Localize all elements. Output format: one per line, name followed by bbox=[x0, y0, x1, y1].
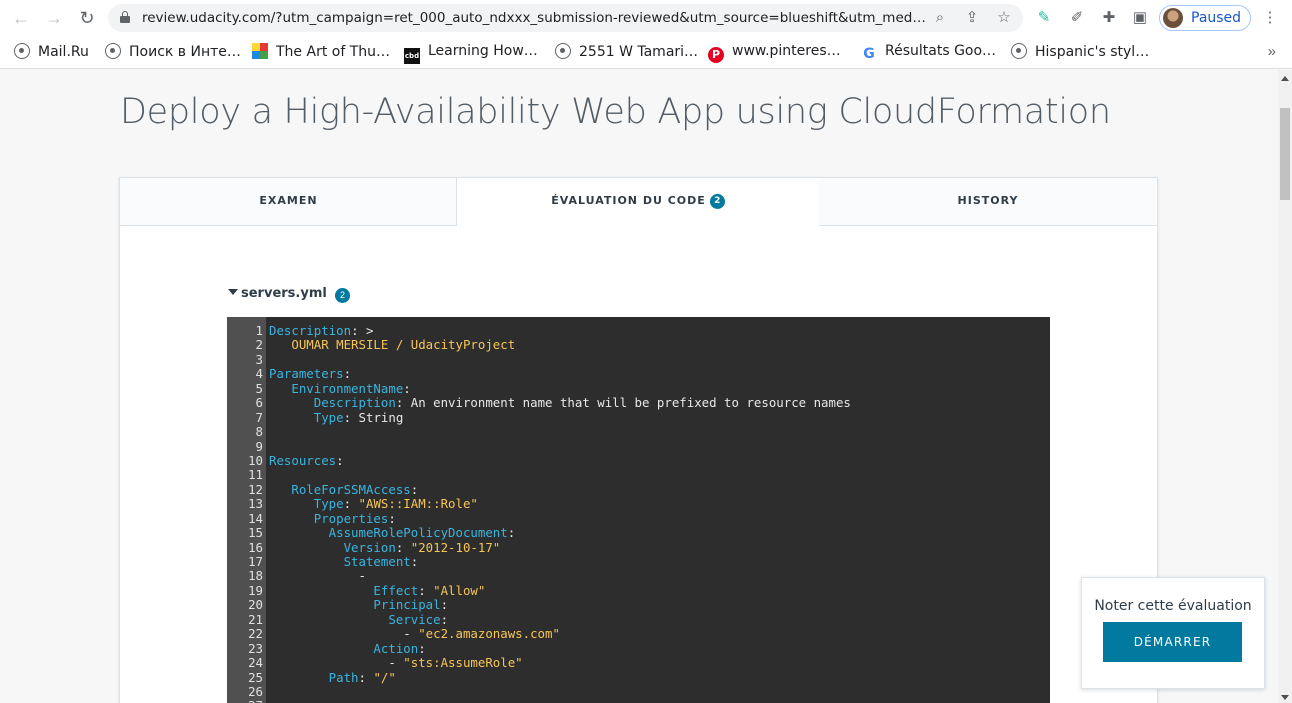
profile-button[interactable]: Paused bbox=[1159, 5, 1251, 31]
google-icon: G bbox=[861, 46, 877, 62]
code-line: 6 Description: An environment name that … bbox=[255, 395, 851, 411]
code-line: 12 RoleForSSMAccess: bbox=[248, 481, 419, 497]
globe-icon bbox=[105, 43, 121, 59]
scroll-thumb[interactable] bbox=[1280, 108, 1290, 200]
code-line: 7 Type: String bbox=[255, 409, 404, 425]
code-line: 13 Type: "AWS::IAM::Role" bbox=[248, 496, 478, 512]
reload-icon[interactable]: ↻ bbox=[76, 7, 98, 29]
url-text[interactable]: review.udacity.com/?utm_campaign=ret_000… bbox=[142, 10, 926, 26]
bookmark-label: Hispanic's styl… bbox=[1035, 44, 1150, 60]
count-badge: 2 bbox=[709, 194, 725, 209]
rating-label: Noter cette évaluation bbox=[1094, 598, 1252, 614]
tab-examen[interactable]: EXAMEN bbox=[120, 178, 457, 226]
address-bar[interactable]: review.udacity.com/?utm_campaign=ret_000… bbox=[108, 4, 1023, 32]
file-toggle[interactable]: servers.yml bbox=[228, 286, 327, 301]
browser-toolbar: ← → ↻ review.udacity.com/?utm_campaign=r… bbox=[0, 0, 1292, 36]
bookmark-hispanic[interactable]: Hispanic's styl… bbox=[1011, 43, 1149, 63]
pinterest-icon: P bbox=[708, 47, 724, 63]
grid-icon bbox=[252, 43, 268, 59]
bookmark-search[interactable]: Поиск в Инте… bbox=[105, 43, 241, 63]
bookmark-label: 2551 W Tamari… bbox=[579, 44, 699, 60]
lock-icon[interactable] bbox=[120, 11, 130, 23]
rating-widget: Noter cette évaluation DÉMARRER bbox=[1081, 577, 1265, 689]
page-scrollbar[interactable] bbox=[1278, 70, 1292, 703]
puzzle-icon[interactable]: ✚ bbox=[1099, 8, 1119, 28]
tab-label: EXAMEN bbox=[259, 194, 318, 207]
globe-icon bbox=[1011, 43, 1027, 59]
bookmark-label: Learning How… bbox=[428, 43, 538, 59]
star-icon[interactable]: ☆ bbox=[994, 8, 1014, 28]
code-line: 22 - "ec2.amazonaws.com" bbox=[248, 626, 560, 642]
tab-label: ÉVALUATION DU CODE bbox=[551, 194, 706, 207]
file-name: servers.yml bbox=[241, 286, 327, 301]
caret-down-icon bbox=[228, 289, 238, 295]
code-line: 8 bbox=[255, 424, 263, 440]
forward-icon[interactable]: → bbox=[43, 7, 65, 29]
code-line: 26 bbox=[248, 683, 263, 699]
tab-evaluation-du-code[interactable]: ÉVALUATION DU CODE 2 bbox=[456, 178, 820, 226]
code-line: 25 Path: "/" bbox=[248, 669, 396, 685]
tab-history[interactable]: HISTORY bbox=[819, 178, 1157, 226]
bookmark-tamari[interactable]: 2551 W Tamari… bbox=[555, 43, 698, 63]
more-bookmarks-icon[interactable]: » bbox=[1268, 43, 1276, 60]
code-line: 4 Parameters: bbox=[255, 366, 352, 382]
code-line: 18 - bbox=[248, 568, 366, 584]
code-line: 20 Principal: bbox=[248, 597, 449, 613]
code-line: 10 Resources: bbox=[248, 452, 344, 468]
code-viewer: 1 Description: > 2 OUMAR MERSILE / Udacit… bbox=[227, 317, 1050, 703]
bookmark-label: www.pinteres… bbox=[732, 43, 841, 59]
tab-label: HISTORY bbox=[957, 194, 1019, 207]
code-line: 9 bbox=[255, 438, 263, 454]
extension-icon[interactable]: ✎ bbox=[1034, 8, 1054, 28]
code-line: 11 bbox=[248, 467, 263, 483]
zoom-icon[interactable]: ⌕ bbox=[930, 8, 950, 28]
menu-icon[interactable]: ⋮ bbox=[1260, 8, 1280, 28]
code-line: 15 AssumeRolePolicyDocument: bbox=[248, 525, 516, 541]
code-line: 3 bbox=[255, 351, 263, 367]
bookmark-pinterest[interactable]: Pwww.pinteres… bbox=[708, 43, 841, 63]
code-line: 2 OUMAR MERSILE / UdacityProject bbox=[255, 337, 516, 353]
code-line: 17 Statement: bbox=[248, 554, 419, 569]
start-rating-button[interactable]: DÉMARRER bbox=[1103, 622, 1242, 662]
file-comment-badge: 2 bbox=[335, 288, 350, 303]
cbd-icon: cbd bbox=[404, 48, 420, 64]
bookmark-label: Поиск в Инте… bbox=[129, 44, 241, 60]
review-card: EXAMEN ÉVALUATION DU CODE 2 HISTORY serve… bbox=[119, 177, 1158, 703]
bookmark-art-of-thu[interactable]: The Art of Thu… bbox=[252, 43, 390, 63]
sidebar-icon[interactable]: ▣ bbox=[1130, 8, 1150, 28]
bookmark-learning-how[interactable]: cbd Learning How… bbox=[404, 43, 538, 64]
page-title: Deploy a High-Availability Web App using… bbox=[120, 92, 1111, 132]
code-line: 27 bbox=[227, 698, 1050, 703]
code-line: 21 Service: bbox=[248, 611, 449, 627]
code-line: 19 Effect: "Allow" bbox=[248, 582, 486, 598]
scroll-up-icon[interactable] bbox=[1281, 76, 1289, 81]
code-line: 1 Description: > bbox=[255, 323, 374, 338]
profile-label: Paused bbox=[1191, 10, 1242, 26]
share-icon[interactable]: ⇪ bbox=[962, 8, 982, 28]
scroll-down-icon[interactable] bbox=[1281, 695, 1289, 700]
code-line: 24 - "sts:AssumeRole" bbox=[248, 655, 523, 671]
globe-icon bbox=[14, 43, 30, 59]
code-line: 16 Version: "2012-10-17" bbox=[248, 539, 501, 555]
bookmark-label: The Art of Thu… bbox=[276, 44, 391, 60]
bookmarks-bar: Mail.Ru Поиск в Инте… The Art of Thu… cb… bbox=[0, 36, 1292, 69]
code-line: 5 EnvironmentName: bbox=[255, 380, 411, 396]
code-line: 14 Properties: bbox=[248, 510, 396, 526]
bookmark-google[interactable]: G Résultats Goo… bbox=[861, 43, 996, 63]
eyedropper-icon[interactable]: ✐ bbox=[1067, 8, 1087, 28]
bookmark-label: Mail.Ru bbox=[38, 44, 89, 60]
back-icon[interactable]: ← bbox=[10, 7, 32, 29]
bookmark-mailru[interactable]: Mail.Ru bbox=[14, 43, 89, 63]
code-lines: 1 Description: > 2 OUMAR MERSILE / Udacit… bbox=[227, 323, 1050, 703]
code-line: 23 Action: bbox=[248, 640, 426, 656]
avatar bbox=[1163, 8, 1183, 28]
bookmark-label: Résultats Goo… bbox=[885, 43, 997, 59]
globe-icon bbox=[555, 43, 571, 59]
tab-bar: EXAMEN ÉVALUATION DU CODE 2 HISTORY bbox=[120, 178, 1157, 226]
